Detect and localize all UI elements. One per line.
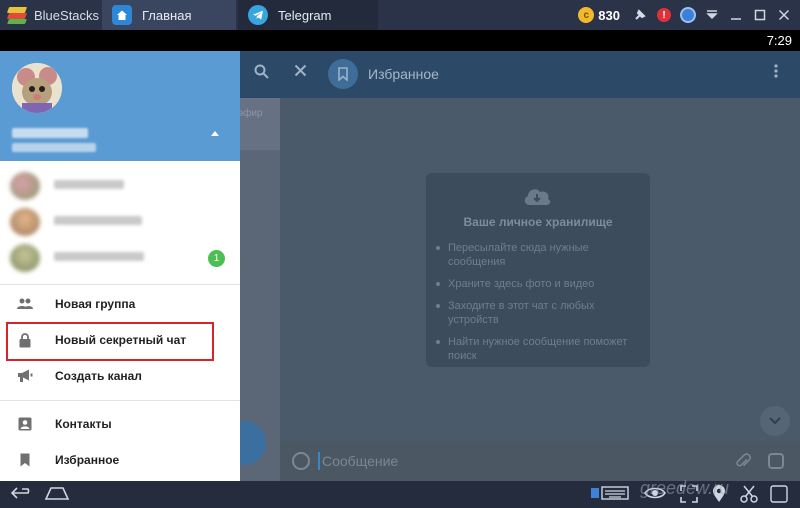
message-composer[interactable]: Сообщение: [280, 441, 800, 481]
info-card-list: Пересылайте сюда нужные сообщения Хранит…: [436, 241, 646, 371]
text-cursor: [318, 452, 320, 470]
alert-icon[interactable]: !: [652, 0, 676, 30]
emoji-icon[interactable]: [292, 452, 310, 470]
android-status-bar: 7:29: [0, 30, 800, 51]
contacts-icon: [17, 416, 33, 432]
coin-icon: c: [578, 7, 595, 23]
avatar: [10, 208, 40, 236]
account-item[interactable]: [0, 203, 240, 239]
more-vert-icon[interactable]: [774, 64, 778, 83]
menu-new-group[interactable]: Новая группа: [0, 286, 240, 322]
bluestacks-logo-icon: [6, 4, 28, 26]
chat-title: Избранное: [368, 66, 439, 82]
divider: [0, 400, 240, 401]
attach-icon[interactable]: [729, 451, 752, 474]
tab-telegram-label: Telegram: [278, 7, 332, 23]
coin-count: 830: [598, 7, 620, 23]
home-icon: [112, 5, 132, 25]
maximize-icon[interactable]: [748, 0, 772, 30]
profile-icon[interactable]: [676, 0, 700, 30]
avatar: [10, 172, 40, 200]
tab-home-label: Главная: [142, 7, 192, 23]
status-time: 7:29: [766, 33, 792, 48]
tab-home[interactable]: Главная: [102, 0, 236, 30]
divider: [0, 284, 240, 285]
account-name-blurred: [54, 216, 142, 225]
watermark: greedew.ru: [640, 478, 730, 498]
more-icon[interactable]: [770, 485, 788, 506]
minimize-icon[interactable]: [724, 0, 748, 30]
back-icon[interactable]: [10, 485, 34, 504]
chevron-up-icon[interactable]: [211, 131, 219, 136]
menu-label: Избранное: [55, 453, 120, 467]
account-phone-blurred: [12, 143, 96, 152]
keyboard-icon[interactable]: [590, 485, 630, 504]
close-icon[interactable]: [294, 64, 307, 82]
scroll-down-icon[interactable]: [760, 406, 790, 436]
menu-create-channel[interactable]: Создать канал: [0, 358, 240, 394]
pin-icon[interactable]: [628, 0, 652, 30]
bookmark-icon: [17, 452, 33, 468]
cloud-icon: [522, 185, 552, 207]
coins-counter[interactable]: c 830: [578, 7, 620, 23]
home-icon[interactable]: [44, 485, 70, 504]
account-name-blurred: [54, 252, 144, 261]
account-name-blurred: [12, 128, 88, 138]
menu-contacts[interactable]: Контакты: [0, 406, 240, 442]
account-name-blurred: [54, 180, 124, 189]
avatar: [10, 244, 40, 272]
tab-telegram[interactable]: Telegram: [238, 0, 378, 30]
close-icon[interactable]: [772, 0, 796, 30]
menu-saved-messages[interactable]: Избранное: [0, 442, 240, 478]
bookmark-icon: [328, 59, 358, 89]
dropdown-icon[interactable]: [700, 0, 724, 30]
menu-label: Новая группа: [55, 297, 136, 311]
info-item: Заходите в этот чат с любых устройств: [436, 299, 646, 327]
navigation-drawer: 1 Новая группа Новый секретный чат Созда…: [0, 51, 240, 481]
saved-messages-info-card: Ваше личное хранилище Пересылайте сюда н…: [426, 173, 650, 367]
app-name: BlueStacks: [34, 7, 100, 23]
account-item[interactable]: 1: [0, 239, 240, 275]
telegram-icon: [248, 5, 268, 25]
info-card-title: Ваше личное хранилище: [463, 215, 613, 229]
camera-icon[interactable]: [768, 453, 784, 469]
info-item: Найти нужное сообщение поможет поиск: [436, 335, 646, 363]
unread-badge: 1: [208, 250, 225, 267]
scissors-icon[interactable]: [740, 485, 758, 506]
chat-list-item[interactable]: эфир: [240, 98, 280, 150]
bluestacks-titlebar: BlueStacks Главная Telegram c 830 !: [0, 0, 800, 30]
megaphone-icon: [17, 368, 33, 384]
highlight-box: [6, 322, 214, 361]
search-icon[interactable]: [254, 64, 269, 84]
message-input[interactable]: Сообщение: [322, 453, 398, 469]
avatar[interactable]: [12, 63, 62, 113]
group-icon: [17, 296, 33, 312]
info-item: Пересылайте сюда нужные сообщения: [436, 241, 646, 269]
drawer-header: [0, 51, 240, 161]
menu-label: Контакты: [55, 417, 112, 431]
account-item[interactable]: [0, 167, 240, 203]
menu-label: Создать канал: [55, 369, 142, 383]
info-item: Храните здесь фото и видео: [436, 277, 646, 291]
chat-preview: эфир: [240, 108, 263, 119]
